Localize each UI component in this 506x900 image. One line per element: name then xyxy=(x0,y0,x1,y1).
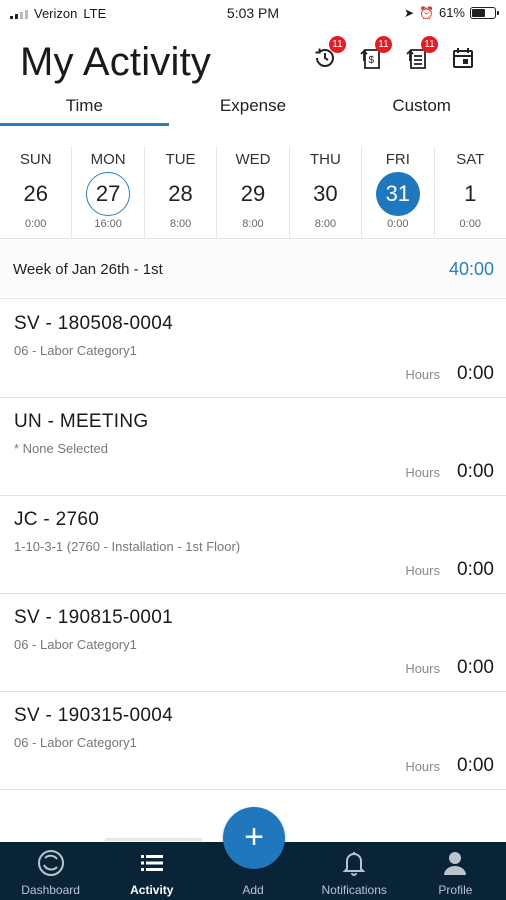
entry-category: * None Selected xyxy=(14,441,108,456)
bell-icon xyxy=(304,848,405,878)
entry-category: 06 - Labor Category1 xyxy=(14,735,137,750)
battery-percent: 61% xyxy=(438,5,465,20)
expense-approval-icon[interactable]: $ 11 xyxy=(358,36,392,72)
nav-activity[interactable]: Activity xyxy=(101,842,202,900)
svg-text:$: $ xyxy=(369,55,375,66)
tab-custom[interactable]: Custom xyxy=(337,92,506,126)
nav-label: Add xyxy=(242,883,264,897)
badge: 11 xyxy=(421,36,438,53)
day-number: 29 xyxy=(240,181,266,206)
badge: 11 xyxy=(375,36,392,53)
day-number: 26 xyxy=(23,181,48,206)
nav-dashboard[interactable]: Dashboard xyxy=(0,842,101,900)
battery-icon xyxy=(470,6,499,19)
day-hours: 0:00 xyxy=(25,218,47,230)
alarm-icon: ⏰ xyxy=(419,5,434,20)
nav-notifications[interactable]: Notifications xyxy=(304,842,405,900)
badge: 11 xyxy=(329,36,346,53)
day-sat[interactable]: SAT 1 0:00 xyxy=(435,146,506,238)
entry-code: JC - 2760 xyxy=(14,509,100,530)
day-name: MON xyxy=(90,151,126,168)
dashboard-icon xyxy=(0,848,101,878)
page-title: My Activity xyxy=(20,40,212,84)
nav-label: Activity xyxy=(130,883,174,897)
day-name: THU xyxy=(309,151,341,168)
day-fri[interactable]: FRI 31 0:00 xyxy=(362,146,435,238)
list-approval-icon[interactable]: 11 xyxy=(404,36,438,72)
day-number: 30 xyxy=(313,181,338,206)
list-item[interactable]: SV - 190315-0004 06 - Labor Category1 Ho… xyxy=(0,692,506,790)
day-number: 27 xyxy=(86,172,131,216)
entry-category: 06 - Labor Category1 xyxy=(14,343,137,358)
nav-label: Profile xyxy=(438,883,473,897)
hours-value: 0:00 xyxy=(457,755,494,776)
entry-category: 06 - Labor Category1 xyxy=(14,637,137,652)
hours-label: Hours xyxy=(405,759,440,774)
entry-code: SV - 180508-0004 xyxy=(14,313,174,334)
week-strip: SUN 26 0:00 MON 27 16:00 TUE 28 8:00 WED… xyxy=(0,146,506,239)
list-item[interactable]: SV - 190815-0001 06 - Labor Category1 Ho… xyxy=(0,594,506,692)
day-name: FRI xyxy=(385,151,410,168)
status-right: ➤ ⏰ 61% xyxy=(403,5,499,20)
hours-value: 0:00 xyxy=(457,559,494,580)
day-name: SAT xyxy=(456,151,485,168)
hours-label: Hours xyxy=(405,465,440,480)
day-number: 1 xyxy=(464,181,477,206)
nav-label: Notifications xyxy=(321,883,387,897)
header-actions: 11 $ 11 11 xyxy=(312,36,476,72)
hours-value: 0:00 xyxy=(457,363,494,384)
list-item[interactable]: SV - 180508-0004 06 - Labor Category1 Ho… xyxy=(0,300,506,398)
time-entry-list: SV - 180508-0004 06 - Labor Category1 Ho… xyxy=(0,300,506,790)
day-hours: 8:00 xyxy=(314,218,337,230)
list-item[interactable]: UN - MEETING * None Selected Hours 0:00 xyxy=(0,398,506,496)
day-number: 28 xyxy=(168,181,193,206)
calendar-icon[interactable] xyxy=(450,44,476,72)
hours-label: Hours xyxy=(405,563,440,578)
day-thu[interactable]: THU 30 8:00 xyxy=(290,146,363,238)
location-icon: ➤ xyxy=(403,5,415,20)
hours-label: Hours xyxy=(405,367,440,382)
active-tab-indicator xyxy=(105,838,202,841)
activity-tabs: Time Expense Custom xyxy=(0,92,506,126)
day-number: 31 xyxy=(375,172,420,216)
nav-profile[interactable]: Profile xyxy=(405,842,506,900)
entry-code: SV - 190315-0004 xyxy=(14,705,174,726)
day-hours: 0:00 xyxy=(459,218,481,230)
list-icon xyxy=(101,848,202,878)
day-hours: 8:00 xyxy=(169,218,192,230)
week-label: Week of Jan 26th - 1st xyxy=(13,261,163,278)
day-hours: 0:00 xyxy=(387,218,409,230)
person-icon xyxy=(405,848,506,878)
week-summary: Week of Jan 26th - 1st 40:00 xyxy=(0,240,506,299)
day-hours: 16:00 xyxy=(94,218,122,230)
day-name: WED xyxy=(235,151,271,168)
time-approval-icon[interactable]: 11 xyxy=(312,36,346,72)
tab-time[interactable]: Time xyxy=(0,92,169,126)
tab-expense[interactable]: Expense xyxy=(169,92,338,126)
plus-icon: + xyxy=(244,818,264,856)
day-wed[interactable]: WED 29 8:00 xyxy=(217,146,290,238)
list-item[interactable]: JC - 2760 1-10-3-1 (2760 - Installation … xyxy=(0,496,506,594)
entry-code: UN - MEETING xyxy=(14,411,149,432)
day-tue[interactable]: TUE 28 8:00 xyxy=(145,146,218,238)
week-total: 40:00 xyxy=(448,259,494,279)
hours-label: Hours xyxy=(405,661,440,676)
nav-label: Dashboard xyxy=(21,883,80,897)
day-name: TUE xyxy=(165,151,196,168)
entry-category: 1-10-3-1 (2760 - Installation - 1st Floo… xyxy=(14,539,241,554)
day-hours: 8:00 xyxy=(242,218,264,230)
day-sun[interactable]: SUN 26 0:00 xyxy=(0,146,73,238)
entry-code: SV - 190815-0001 xyxy=(14,607,174,628)
day-mon[interactable]: MON 27 16:00 xyxy=(72,146,145,238)
day-name: SUN xyxy=(19,151,52,168)
status-bar: Verizon LTE 5:03 PM ➤ ⏰ 61% xyxy=(0,0,506,28)
add-button[interactable]: + xyxy=(223,807,285,869)
hours-value: 0:00 xyxy=(457,461,494,482)
hours-value: 0:00 xyxy=(457,657,494,678)
